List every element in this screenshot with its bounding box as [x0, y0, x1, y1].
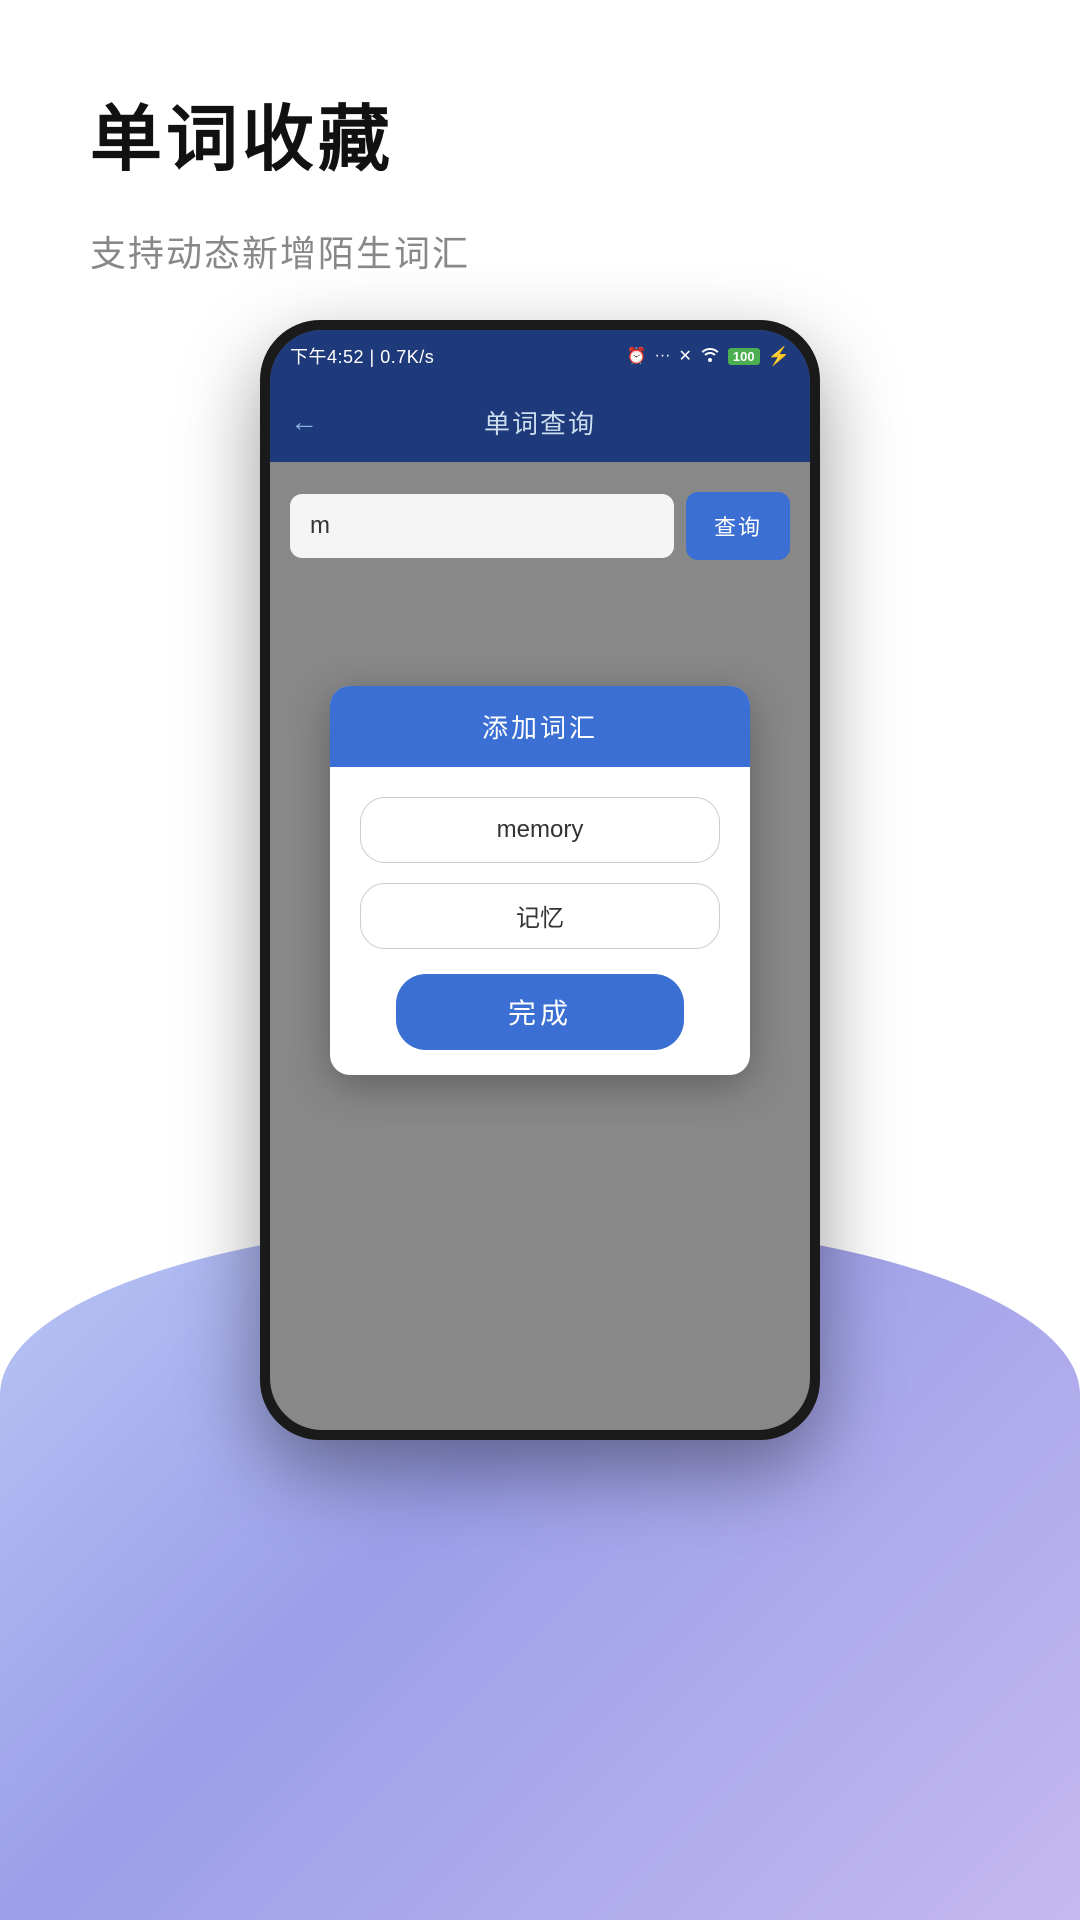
phone-screen: 下午4:52 | 0.7K/s ⏰ ··· ✕ 100 ⚡: [270, 330, 810, 1430]
phone-inner: 下午4:52 | 0.7K/s ⏰ ··· ✕ 100 ⚡: [270, 330, 810, 1430]
dialog-header: 添加词汇: [330, 686, 750, 767]
translation-input-field[interactable]: [360, 883, 720, 949]
word-input-field[interactable]: [360, 797, 720, 863]
dialog-overlay: 添加词汇 完成: [270, 330, 810, 1430]
page-title-area: 单词收藏 支持动态新增陌生词汇: [90, 80, 470, 277]
page-title: 单词收藏: [90, 80, 470, 185]
dialog-header-text: 添加词汇: [482, 713, 598, 743]
dialog-body: 完成: [330, 767, 750, 1075]
page-subtitle: 支持动态新增陌生词汇: [90, 225, 470, 277]
dialog-box: 添加词汇 完成: [330, 686, 750, 1075]
confirm-button[interactable]: 完成: [396, 974, 684, 1050]
phone-frame: 下午4:52 | 0.7K/s ⏰ ··· ✕ 100 ⚡: [260, 320, 820, 1440]
phone-mockup: 下午4:52 | 0.7K/s ⏰ ··· ✕ 100 ⚡: [260, 320, 820, 1440]
